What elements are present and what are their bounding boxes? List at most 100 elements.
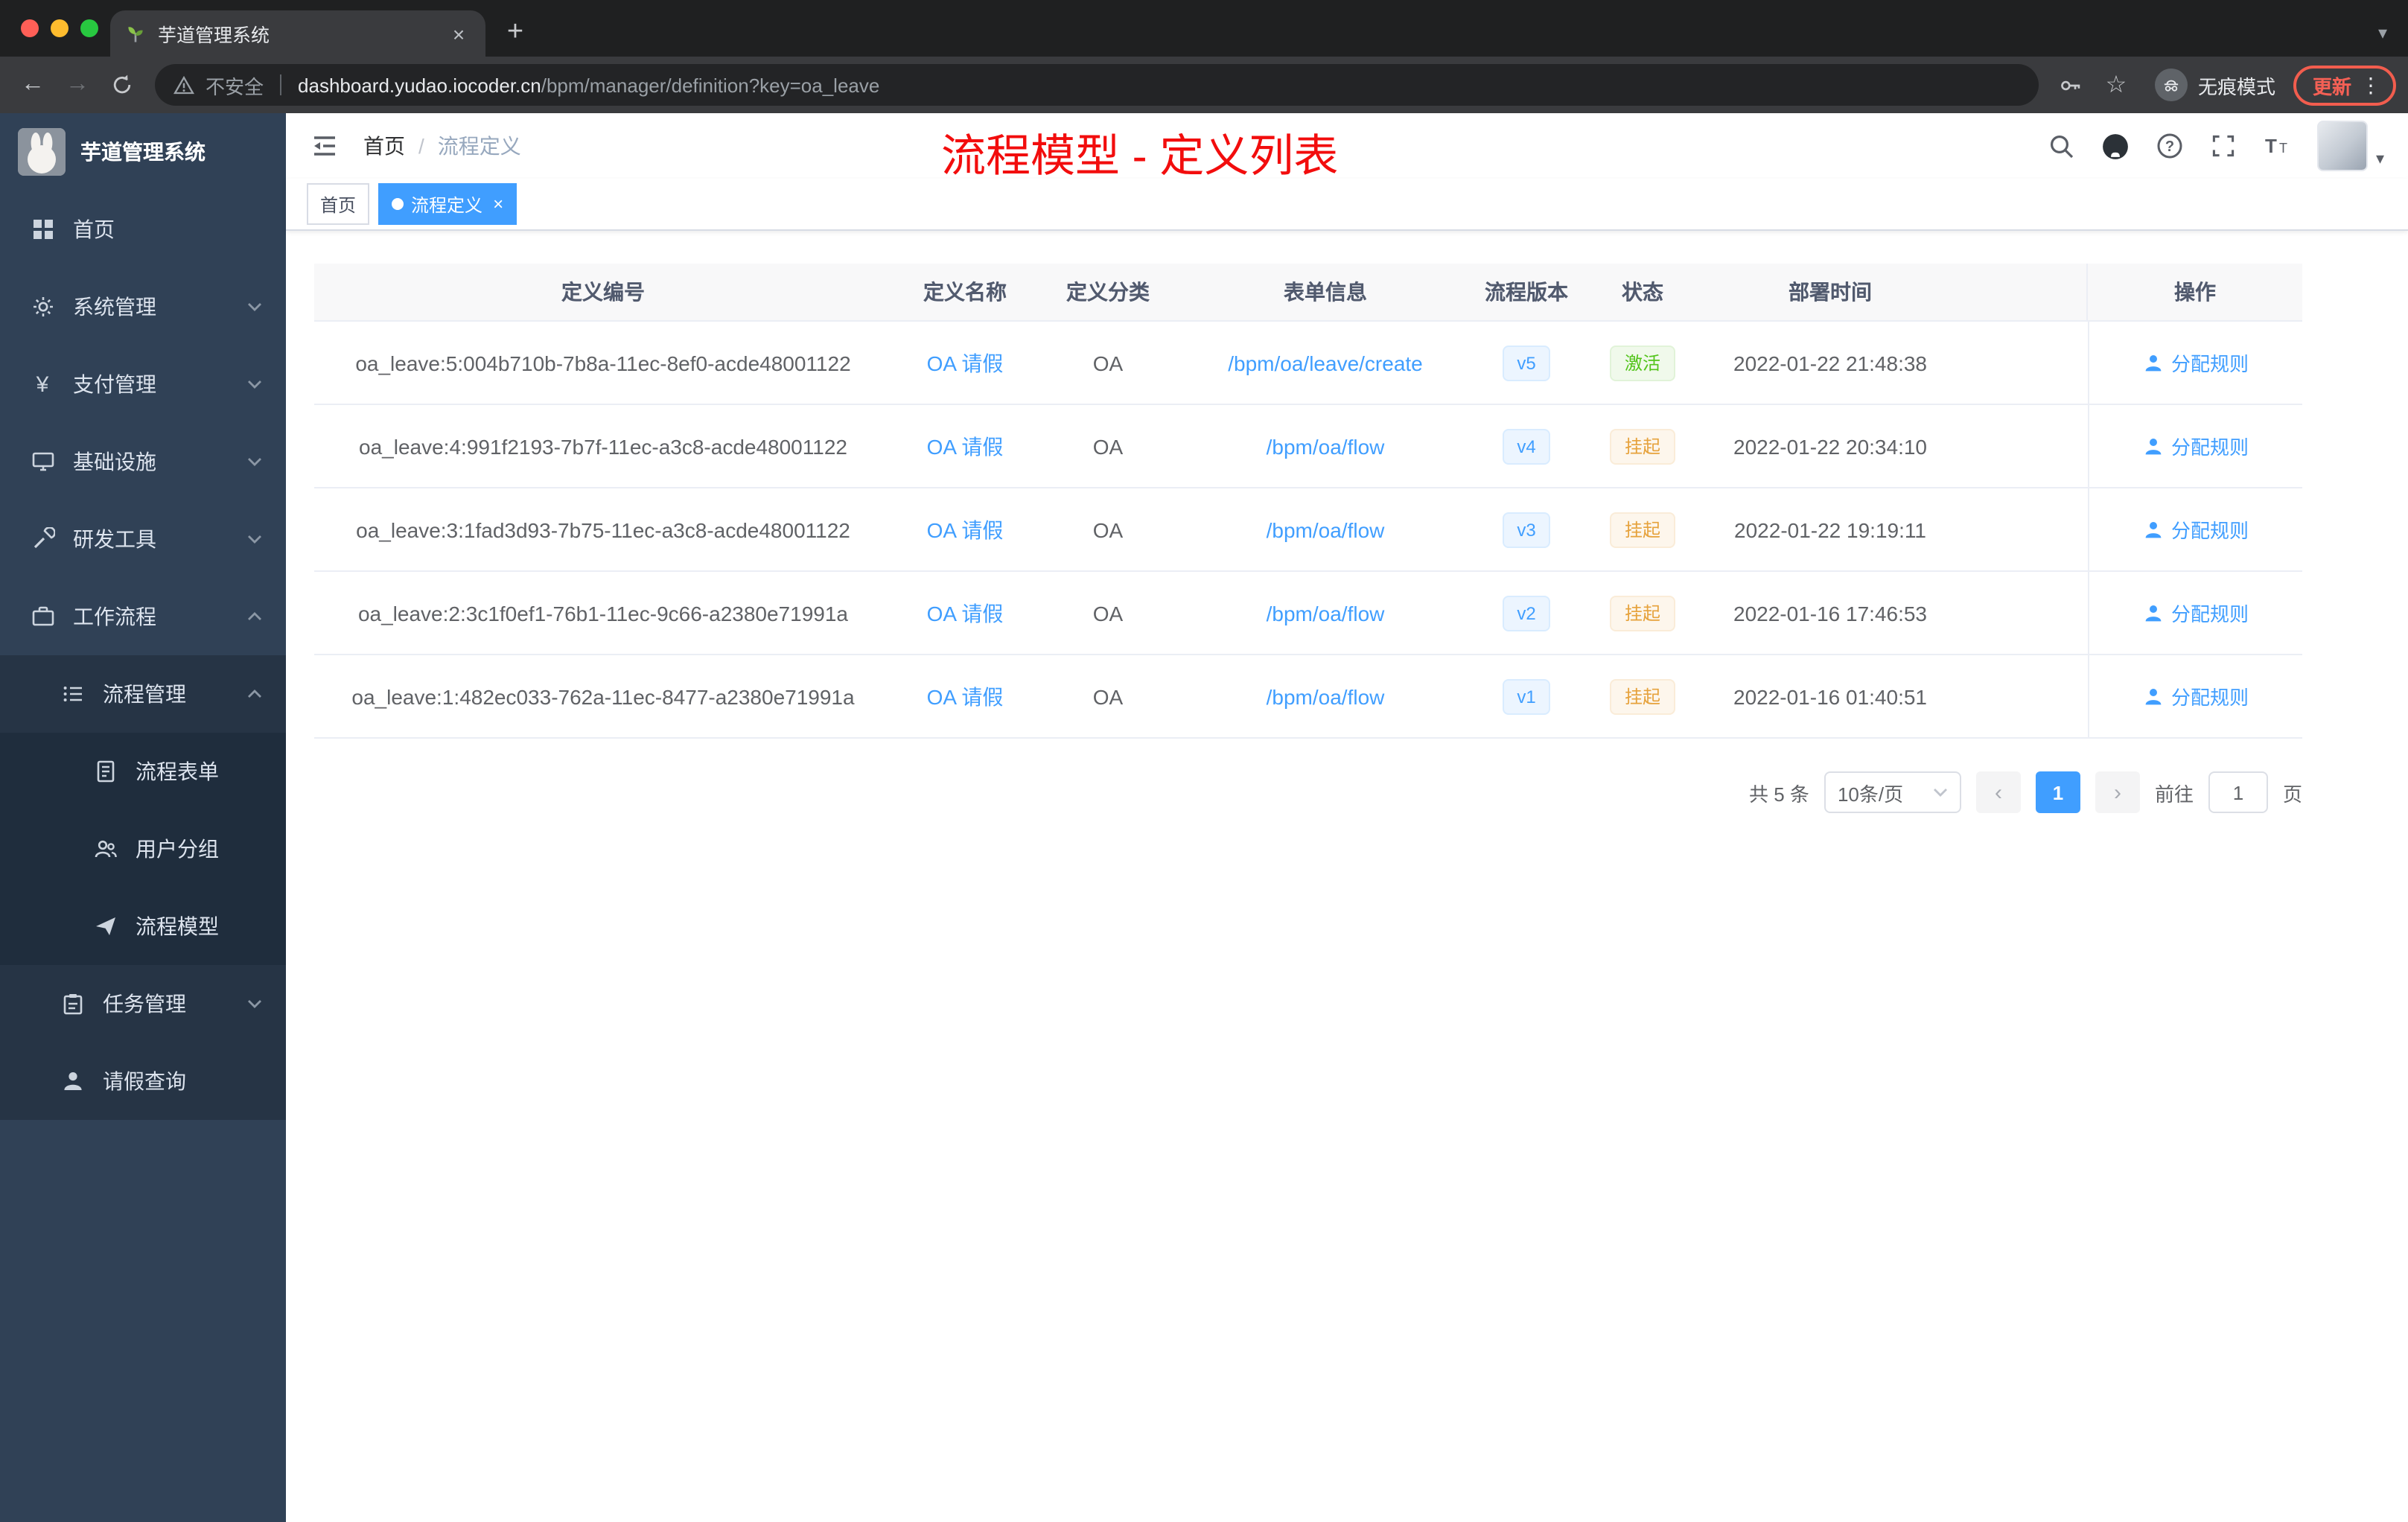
definition-name-link[interactable]: OA 请假: [927, 515, 1004, 544]
github-icon[interactable]: [2102, 132, 2130, 160]
cell-form-info: /bpm/oa/flow: [1178, 572, 1473, 654]
update-chrome-button[interactable]: 更新 ⋮: [2293, 65, 2396, 105]
sidebar-fold-icon[interactable]: [310, 131, 340, 161]
chevron-down-icon: [248, 535, 261, 544]
status-tag: 挂起: [1609, 678, 1675, 714]
definition-name-link[interactable]: OA 请假: [927, 598, 1004, 628]
sidebar-item-label: 基础设施: [73, 450, 156, 474]
window-minimize-button[interactable]: [51, 19, 69, 37]
browser-tab-strip: 芋道管理系统 × + ▾: [0, 0, 2408, 57]
tags-view-bar: 首页 流程定义 ×: [286, 179, 2408, 231]
svg-text:T: T: [2266, 135, 2278, 157]
sidebar-item-payment[interactable]: ¥ 支付管理: [0, 346, 286, 423]
chevron-down-icon: [248, 458, 261, 466]
document-icon: [92, 759, 118, 784]
assign-rule-label: 分配规则: [2170, 603, 2249, 625]
incognito-label: 无痕模式: [2197, 75, 2275, 98]
form-link[interactable]: /bpm/oa/flow: [1267, 434, 1385, 458]
form-link[interactable]: /bpm/oa/leave/create: [1228, 351, 1423, 375]
tab-search-chevron-icon[interactable]: ▾: [2378, 22, 2387, 43]
logo-avatar: [18, 128, 66, 176]
breadcrumb-home-link[interactable]: 首页: [363, 131, 405, 161]
bookmark-star-icon[interactable]: ☆: [2095, 64, 2137, 106]
reload-button[interactable]: [101, 64, 143, 106]
sidebar-item-process-management[interactable]: 流程管理: [0, 655, 286, 733]
goto-page-input[interactable]: [2208, 771, 2268, 813]
new-tab-button[interactable]: +: [494, 12, 536, 54]
tag-process-definition[interactable]: 流程定义 ×: [378, 183, 517, 225]
sidebar-item-label: 研发工具: [73, 527, 156, 551]
sidebar-item-task-management[interactable]: 任务管理: [0, 965, 286, 1042]
sidebar-item-infrastructure[interactable]: 基础设施: [0, 423, 286, 500]
svg-text:T: T: [2280, 141, 2288, 156]
tag-home[interactable]: 首页: [307, 183, 370, 225]
prev-page-button[interactable]: ‹: [1975, 771, 2021, 813]
sidebar-item-devtools[interactable]: 研发工具: [0, 500, 286, 578]
navbar-actions: ? T T ▾: [2048, 121, 2384, 171]
sidebar-item-user-group[interactable]: 用户分组: [0, 810, 286, 888]
url-bar[interactable]: 不安全 dashboard.yudao.iocoder.cn/bpm/manag…: [155, 64, 2039, 106]
sidebar-item-process-model[interactable]: 流程模型: [0, 888, 286, 965]
sidebar-item-workflow[interactable]: 工作流程: [0, 578, 286, 655]
cell-category: OA: [1092, 351, 1124, 375]
sidebar-item-leave-query[interactable]: 请假查询: [0, 1042, 286, 1120]
form-link[interactable]: /bpm/oa/flow: [1267, 518, 1385, 541]
person-icon: [2145, 521, 2162, 538]
sidebar-logo[interactable]: 芋道管理系统: [0, 113, 286, 191]
assign-rule-button[interactable]: 分配规则: [2143, 599, 2249, 627]
active-tag-dot: [392, 198, 404, 210]
assign-rule-button[interactable]: 分配规则: [2143, 682, 2249, 710]
help-icon[interactable]: ?: [2157, 133, 2184, 159]
briefcase-icon: [30, 604, 55, 629]
fullscreen-icon[interactable]: [2211, 133, 2237, 159]
url-domain: dashboard.yudao.iocoder.cn: [298, 74, 541, 96]
tab-close-icon[interactable]: ×: [447, 22, 471, 45]
incognito-icon: [2154, 69, 2188, 101]
col-deploy-time: 部署时间: [1789, 280, 1872, 304]
col-definition-name: 定义名称: [923, 280, 1007, 304]
next-page-button[interactable]: ›: [2095, 771, 2140, 813]
page-number-button[interactable]: 1: [2035, 771, 2080, 813]
window-close-button[interactable]: [21, 19, 39, 37]
definition-name-link[interactable]: OA 请假: [927, 348, 1004, 378]
user-group-icon: [92, 836, 118, 862]
font-size-icon[interactable]: T T: [2264, 133, 2291, 159]
page-size-value: 10条/页: [1837, 783, 1904, 805]
sidebar-item-label: 支付管理: [73, 372, 156, 396]
user-menu[interactable]: ▾: [2317, 121, 2384, 171]
assign-rule-button[interactable]: 分配规则: [2143, 432, 2249, 460]
status-tag: 激活: [1609, 345, 1675, 380]
assign-rule-button[interactable]: 分配规则: [2143, 348, 2249, 377]
sidebar-item-home[interactable]: 首页: [0, 191, 286, 268]
search-icon[interactable]: [2048, 133, 2075, 159]
version-tag: v5: [1502, 345, 1551, 380]
table-row: oa_leave:4:991f2193-7b7f-11ec-a3c8-acde4…: [314, 405, 2302, 488]
chevron-down-icon: [248, 303, 261, 311]
cell-definition-name: OA 请假: [892, 488, 1038, 570]
tag-label: 流程定义: [411, 194, 483, 215]
definition-name-link[interactable]: OA 请假: [927, 681, 1004, 711]
list-icon: [60, 681, 85, 707]
assign-rule-button[interactable]: 分配规则: [2143, 515, 2249, 544]
sidebar-item-label: 用户分组: [136, 837, 219, 861]
sidebar-item-process-form[interactable]: 流程表单: [0, 733, 286, 810]
clipboard-icon: [60, 991, 85, 1016]
cell-definition-id: oa_leave:4:991f2193-7b7f-11ec-a3c8-acde4…: [359, 434, 847, 458]
chevron-down-icon: [248, 1000, 261, 1008]
password-key-button[interactable]: [2051, 64, 2092, 106]
browser-menu-kebab-icon[interactable]: ⋮: [2356, 72, 2386, 98]
form-link[interactable]: /bpm/oa/flow: [1267, 684, 1385, 708]
definition-name-link[interactable]: OA 请假: [927, 431, 1004, 461]
cell-version: v3: [1473, 488, 1580, 570]
window-zoom-button[interactable]: [80, 19, 98, 37]
forward-button[interactable]: →: [57, 64, 98, 106]
assign-rule-label: 分配规则: [2170, 436, 2249, 459]
back-button[interactable]: ←: [12, 64, 54, 106]
sidebar-item-system[interactable]: 系统管理: [0, 268, 286, 346]
sidebar-item-label: 请假查询: [103, 1069, 186, 1093]
col-process-version: 流程版本: [1485, 280, 1568, 304]
page-size-select[interactable]: 10条/页: [1823, 771, 1961, 813]
browser-tab[interactable]: 芋道管理系统 ×: [110, 10, 485, 57]
form-link[interactable]: /bpm/oa/flow: [1267, 601, 1385, 625]
tag-close-icon[interactable]: ×: [490, 195, 503, 213]
